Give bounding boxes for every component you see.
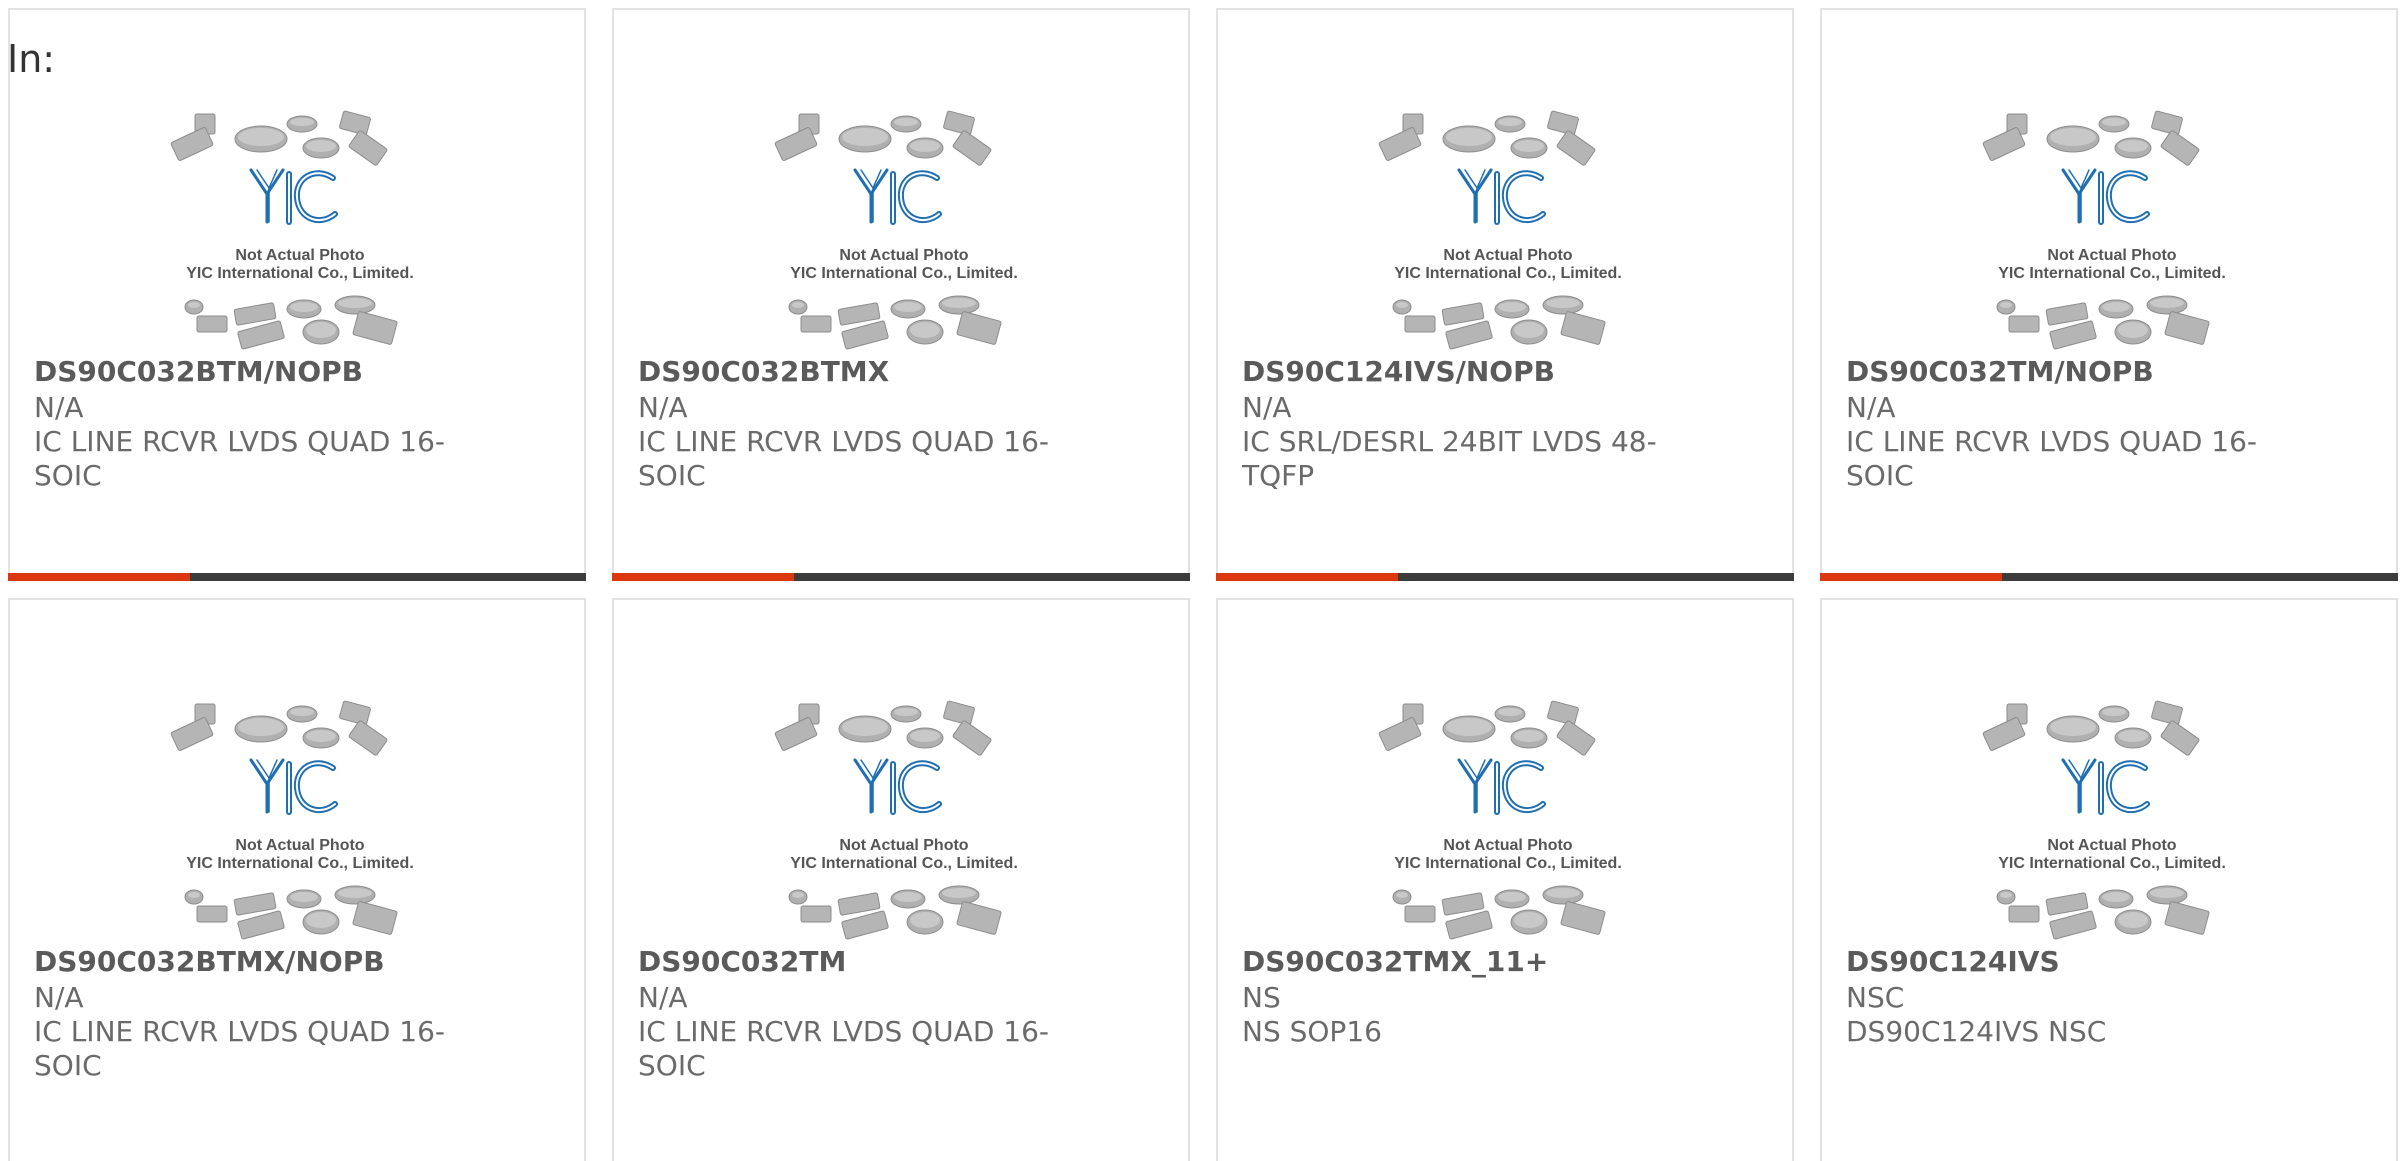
svg-text:YIC International Co., Limited: YIC International Co., Limited. [1998,855,2226,872]
svg-text:Not Actual Photo: Not Actual Photo [1443,837,1572,854]
part-number-link[interactable]: DS90C032TM/NOPB [1846,355,2154,388]
svg-text:YIC International Co., Limited: YIC International Co., Limited. [790,855,1018,872]
part-number-link[interactable]: DS90C032TMX_11+ [1242,945,1548,978]
card-accent [1216,573,1398,581]
product-photo[interactable]: Not Actual Photo YIC International Co., L… [1977,690,2247,940]
svg-text:Not Actual Photo: Not Actual Photo [2047,247,2176,264]
product-card[interactable]: Not Actual Photo YIC International Co., L… [8,8,586,581]
product-card[interactable]: Not Actual Photo YIC International Co., L… [612,598,1190,1161]
part-number-link[interactable]: DS90C032TM [638,945,846,978]
card-accent [1820,573,2002,581]
svg-text:YIC International Co., Limited: YIC International Co., Limited. [186,855,414,872]
product-photo[interactable]: Not Actual Photo YIC International Co., L… [769,100,1039,350]
description: IC LINE RCVR LVDS QUAD 16-SOIC [1846,425,2258,492]
product-card[interactable]: Not Actual Photo YIC International Co., L… [1820,8,2398,581]
description: IC LINE RCVR LVDS QUAD 16-SOIC [638,1015,1050,1082]
manufacturer: N/A [1846,391,1896,424]
svg-text:YIC International Co., Limited: YIC International Co., Limited. [790,265,1018,282]
product-photo[interactable]: Not Actual Photo YIC International Co., L… [165,100,435,350]
svg-text:Not Actual Photo: Not Actual Photo [235,247,364,264]
manufacturer: NSC [1846,981,1905,1014]
card-bottom-bar [612,573,1190,581]
card-accent [612,573,794,581]
description: IC LINE RCVR LVDS QUAD 16-SOIC [638,425,1050,492]
description: IC LINE RCVR LVDS QUAD 16-SOIC [34,425,446,492]
svg-text:Not Actual Photo: Not Actual Photo [839,837,968,854]
description: IC SRL/DESRL 24BIT LVDS 48-TQFP [1242,425,1657,492]
svg-text:Not Actual Photo: Not Actual Photo [1443,247,1572,264]
card-accent [8,573,190,581]
manufacturer: N/A [638,981,688,1014]
svg-text:YIC International Co., Limited: YIC International Co., Limited. [1998,265,2226,282]
svg-text:YIC International Co., Limited: YIC International Co., Limited. [1394,855,1622,872]
svg-text:Not Actual Photo: Not Actual Photo [235,837,364,854]
part-number-link[interactable]: DS90C124IVS/NOPB [1242,355,1555,388]
manufacturer: N/A [34,391,84,424]
in-label: In: [7,37,56,81]
part-number-link[interactable]: DS90C124IVS [1846,945,2060,978]
product-card[interactable]: Not Actual Photo YIC International Co., L… [1820,598,2398,1161]
svg-text:YIC International Co., Limited: YIC International Co., Limited. [1394,265,1622,282]
product-photo[interactable]: Not Actual Photo YIC International Co., L… [1373,690,1643,940]
product-grid-page: In: Not Actual Photo YIC International Co… [0,0,2400,1161]
manufacturer: NS [1242,981,1281,1014]
card-bottom-bar [1216,573,1794,581]
manufacturer: N/A [34,981,84,1014]
product-card[interactable]: Not Actual Photo YIC International Co., L… [612,8,1190,581]
manufacturer: N/A [638,391,688,424]
product-photo[interactable]: Not Actual Photo YIC International Co., L… [165,690,435,940]
manufacturer: N/A [1242,391,1292,424]
svg-text:YIC International Co., Limited: YIC International Co., Limited. [186,265,414,282]
description: IC LINE RCVR LVDS QUAD 16-SOIC [34,1015,446,1082]
part-number-link[interactable]: DS90C032BTM/NOPB [34,355,363,388]
svg-text:Not Actual Photo: Not Actual Photo [2047,837,2176,854]
product-card[interactable]: Not Actual Photo YIC International Co., L… [8,598,586,1161]
product-photo[interactable]: Not Actual Photo YIC International Co., L… [769,690,1039,940]
product-card[interactable]: Not Actual Photo YIC International Co., L… [1216,598,1794,1161]
card-bottom-bar [8,573,586,581]
product-photo[interactable]: Not Actual Photo YIC International Co., L… [1977,100,2247,350]
svg-text:Not Actual Photo: Not Actual Photo [839,247,968,264]
product-card[interactable]: Not Actual Photo YIC International Co., L… [1216,8,1794,581]
description: NS SOP16 [1242,1015,1382,1048]
description: DS90C124IVS NSC [1846,1015,2107,1048]
card-bottom-bar [1820,573,2398,581]
product-photo[interactable]: Not Actual Photo YIC International Co., L… [1373,100,1643,350]
part-number-link[interactable]: DS90C032BTMX [638,355,889,388]
part-number-link[interactable]: DS90C032BTMX/NOPB [34,945,385,978]
